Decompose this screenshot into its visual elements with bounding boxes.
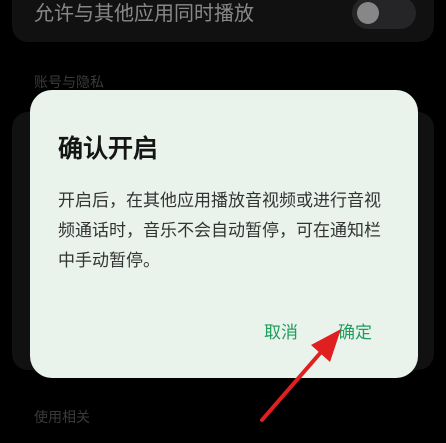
- dialog-title: 确认开启: [58, 134, 159, 163]
- screen: 允许与其他应用同时播放 账号与隐私 使用相关 确认开启 开启后，在其他应用播放音…: [0, 0, 446, 443]
- cancel-button[interactable]: 取消: [264, 322, 298, 344]
- dialog-message: 开启后，在其他应用播放音视频或进行音视频通话时，音乐不会自动暂停，可在通知栏中手…: [58, 191, 381, 271]
- confirm-dialog: 确认开启 开启后，在其他应用播放音视频或进行音视频通话时，音乐不会自动暂停，可在…: [30, 90, 418, 378]
- confirm-button[interactable]: 确定: [338, 322, 372, 344]
